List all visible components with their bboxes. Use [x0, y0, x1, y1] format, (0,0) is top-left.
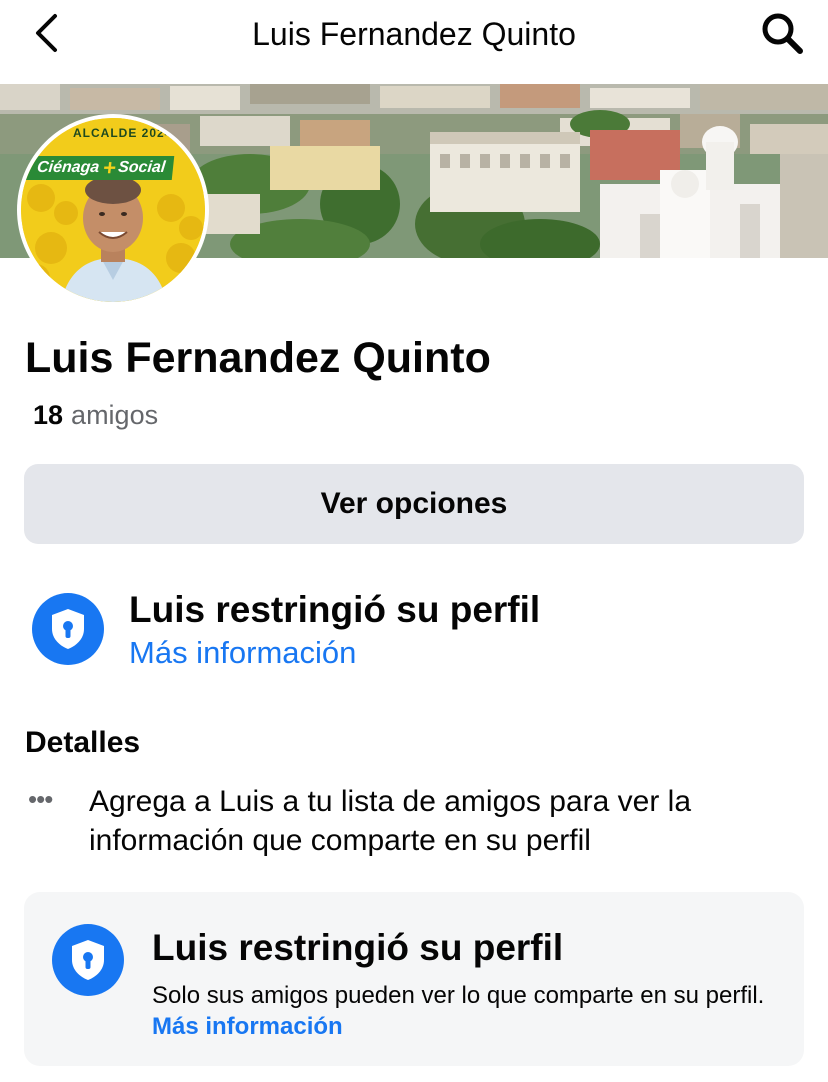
poster-top-text: ALCALDE 2024	[73, 126, 173, 140]
poster-brand-right: Social	[117, 159, 167, 176]
details-heading: Detalles	[25, 726, 141, 759]
nav-title: Luis Fernandez Quinto	[252, 16, 576, 52]
poster-brand-left: Ciénaga	[36, 159, 101, 176]
shield-lock-icon	[32, 593, 104, 665]
search-icon	[762, 13, 803, 54]
avatar-image: ALCALDE 2024 Ciénaga + Social	[21, 118, 205, 302]
card-body: Solo sus amigos pueden ver lo que compar…	[152, 980, 772, 1042]
friends-count-link[interactable]: 18 amigos	[33, 398, 158, 432]
restricted-profile-notice: Luis restringió su perfil Más informació…	[32, 586, 812, 678]
details-item-text: Agrega a Luis a tu lista de amigos para …	[89, 785, 692, 857]
campaign-portrait-image	[21, 118, 205, 302]
restricted-title: Luis restringió su perfil	[129, 589, 541, 630]
profile-avatar[interactable]: ALCALDE 2024 Ciénaga + Social	[17, 114, 209, 306]
more-info-link[interactable]: Más información	[129, 634, 356, 672]
chevron-left-icon	[36, 14, 57, 52]
restricted-profile-card: Luis restringió su perfil Solo sus amigo…	[24, 892, 804, 1066]
card-body-text: Solo sus amigos pueden ver lo que compar…	[152, 982, 765, 1009]
poster-brand-plus: +	[101, 155, 118, 180]
poster-brand-banner: Ciénaga + Social	[21, 155, 175, 180]
shield-lock-icon	[52, 924, 124, 996]
card-title: Luis restringió su perfil	[152, 927, 564, 968]
search-button[interactable]	[754, 8, 810, 58]
view-options-button[interactable]: Ver opciones	[24, 464, 804, 544]
card-more-info-link[interactable]: Más información	[152, 1013, 343, 1040]
back-button[interactable]	[22, 8, 72, 58]
friends-count: 18	[33, 400, 64, 430]
top-navigation-bar: Luis Fernandez Quinto	[0, 0, 828, 84]
more-dots-icon: •••	[28, 784, 53, 814]
profile-name: Luis Fernandez Quinto	[25, 334, 491, 382]
friends-label: amigos	[71, 400, 159, 430]
